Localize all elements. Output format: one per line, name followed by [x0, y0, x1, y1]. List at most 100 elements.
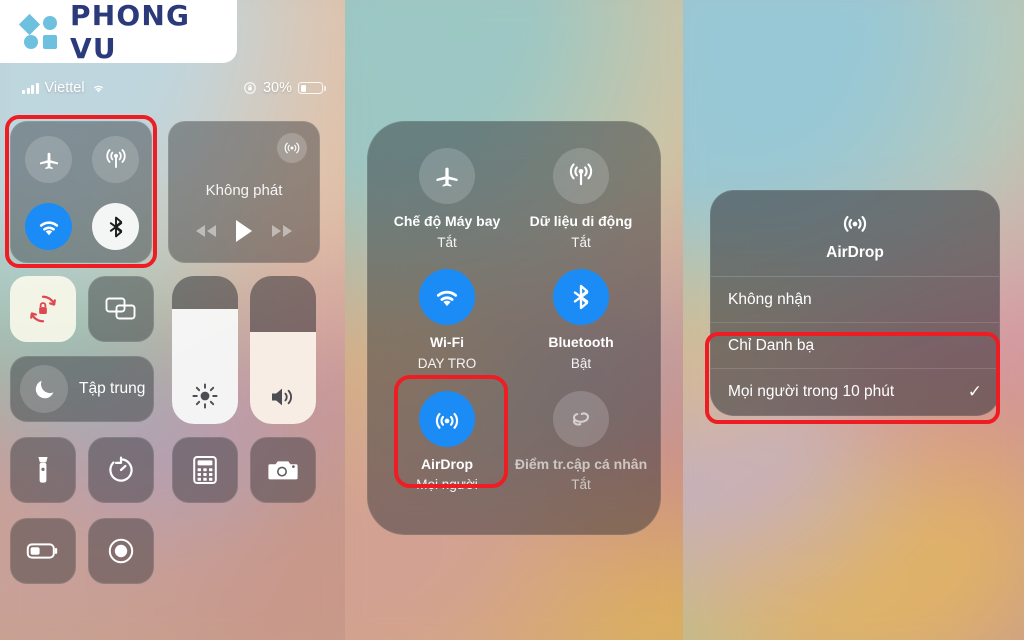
wifi-network-name: DAY TRO	[417, 356, 477, 372]
panel-airdrop-options: AirDrop Không nhận Chỉ Danh bạ Mọi người…	[683, 0, 1024, 640]
hotspot-state: Tắt	[571, 477, 591, 493]
airplay-icon	[284, 142, 300, 154]
logo-diamond-shape	[18, 13, 41, 35]
media-controls	[169, 218, 319, 244]
airplane-mode-toggle[interactable]	[25, 136, 72, 183]
airdrop-dialog-header: AirDrop	[711, 191, 999, 277]
forward-icon[interactable]	[270, 223, 294, 239]
cellular-data-icon	[105, 148, 126, 168]
wifi-icon	[93, 85, 103, 93]
airdrop-toggle-circle[interactable]	[419, 390, 475, 447]
camera-tile[interactable]	[250, 437, 316, 503]
status-bar-right: 30%	[243, 80, 326, 96]
connectivity-module[interactable]	[10, 121, 152, 263]
screen-record-tile[interactable]	[88, 518, 154, 584]
focus-label: Tập trung	[79, 380, 146, 397]
timer-tile[interactable]	[88, 437, 154, 503]
rotation-lock-icon	[244, 82, 256, 94]
panel-connectivity-expanded: Chế độ Máy bay Tắt Dữ liệu di động Tắt W…	[345, 0, 683, 640]
airplane-icon	[39, 152, 58, 169]
now-playing-card[interactable]: Không phát	[168, 121, 320, 263]
battery-icon	[298, 82, 326, 94]
bluetooth-label: Bluetooth	[548, 334, 614, 351]
flashlight-icon	[38, 457, 48, 483]
bluetooth-control[interactable]: Bluetooth Bật	[514, 269, 648, 390]
cellular-label: Dữ liệu di động	[529, 213, 633, 229]
battery-percent: 30%	[262, 80, 292, 96]
timer-icon	[109, 456, 133, 482]
airdrop-icon	[843, 215, 867, 232]
connectivity-quad	[11, 122, 151, 262]
brightness-icon	[192, 383, 218, 409]
volume-fill	[250, 332, 316, 424]
volume-glyph	[250, 384, 316, 410]
brand-name: PHONG VU	[70, 0, 191, 65]
airdrop-label: AirDrop	[420, 455, 474, 472]
airplane-toggle-circle[interactable]	[419, 148, 475, 204]
bluetooth-toggle-circle[interactable]	[553, 269, 609, 326]
airdrop-option-label: Mọi người trong 10 phút	[728, 383, 895, 400]
airplane-mode-control[interactable]: Chế độ Máy bay Tắt	[380, 148, 514, 269]
volume-icon	[272, 388, 293, 406]
airdrop-option-everyone-10min[interactable]: Mọi người trong 10 phút ✓	[711, 369, 999, 415]
camera-icon	[268, 461, 298, 480]
wifi-toggle-circle[interactable]	[419, 269, 475, 326]
calculator-tile[interactable]	[172, 437, 238, 503]
rotation-lock-tile[interactable]	[10, 276, 76, 342]
wifi-toggle[interactable]	[25, 203, 72, 250]
wifi-label: Wi-Fi	[429, 334, 465, 351]
airdrop-dialog-title: AirDrop	[826, 244, 884, 261]
airdrop-state: Mọi người	[416, 477, 478, 493]
panel-control-center-collapsed: PHONG VU Viettel 30% Không phát Tập trun…	[0, 0, 345, 640]
logo-square-shape	[43, 34, 57, 49]
bluetooth-icon	[109, 216, 122, 237]
airdrop-control[interactable]: AirDrop Mọi người	[380, 390, 514, 512]
airdrop-options-dialog: AirDrop Không nhận Chỉ Danh bạ Mọi người…	[710, 190, 1000, 416]
flashlight-tile[interactable]	[10, 437, 76, 503]
airdrop-option-receiving-off[interactable]: Không nhận	[711, 277, 999, 323]
connectivity-expanded-card: Chế độ Máy bay Tắt Dữ liệu di động Tắt W…	[367, 121, 661, 535]
rewind-icon[interactable]	[194, 223, 218, 239]
status-bar-left: Viettel	[22, 80, 106, 96]
cellular-bars-icon	[22, 82, 39, 94]
now-playing-title: Không phát	[205, 182, 283, 199]
moon-icon	[35, 380, 53, 398]
airdrop-icon	[435, 412, 459, 429]
low-power-mode-tile[interactable]	[10, 518, 76, 584]
bluetooth-state: Bật	[570, 356, 592, 372]
volume-slider[interactable]	[250, 276, 316, 424]
wifi-control[interactable]: Wi-Fi DAY TRO	[380, 269, 514, 390]
brightness-slider[interactable]	[172, 276, 238, 424]
screen-mirroring-icon	[105, 297, 136, 320]
focus-tile[interactable]: Tập trung	[10, 356, 154, 422]
airplane-label: Chế độ Máy bay	[393, 213, 501, 229]
wifi-icon	[39, 220, 58, 235]
bluetooth-icon	[573, 285, 589, 310]
airdrop-option-label: Chỉ Danh bạ	[728, 336, 815, 354]
personal-hotspot-icon	[572, 412, 590, 426]
airplane-state: Tắt	[437, 234, 457, 250]
cellular-toggle-circle[interactable]	[553, 148, 609, 204]
carrier-name: Viettel	[44, 80, 85, 96]
rotation-lock-icon	[30, 295, 56, 323]
bluetooth-toggle[interactable]	[92, 203, 139, 250]
cellular-data-icon	[569, 163, 593, 186]
calculator-icon	[193, 456, 217, 484]
record-icon	[108, 538, 134, 564]
phongvu-logo-icon	[18, 13, 62, 49]
hotspot-toggle-circle[interactable]	[553, 390, 609, 447]
phongvu-logo-watermark: PHONG VU	[0, 0, 237, 65]
play-icon[interactable]	[233, 218, 255, 244]
airplane-icon	[436, 167, 458, 187]
airdrop-option-contacts-only[interactable]: Chỉ Danh bạ	[711, 323, 999, 369]
logo-circle-shape-2	[24, 34, 38, 49]
cellular-data-control[interactable]: Dữ liệu di động Tắt	[514, 148, 648, 269]
connectivity-grid: Chế độ Máy bay Tắt Dữ liệu di động Tắt W…	[368, 122, 660, 534]
cellular-state: Tắt	[571, 234, 591, 250]
screen-mirroring-tile[interactable]	[88, 276, 154, 342]
cellular-data-toggle[interactable]	[92, 136, 139, 183]
brightness-glyph	[172, 382, 238, 410]
wifi-icon	[436, 291, 458, 307]
airplay-button[interactable]	[277, 133, 307, 163]
personal-hotspot-control[interactable]: Điểm tr.cập cá nhân Tắt	[514, 390, 648, 512]
